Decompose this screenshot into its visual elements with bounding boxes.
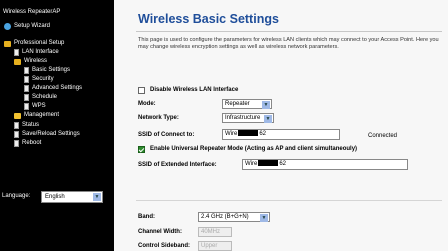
band-label: Band:	[138, 214, 155, 220]
mode-value: Repeater	[225, 101, 250, 107]
page-icon	[24, 76, 29, 83]
network-type-select[interactable]: Infrastructure ▼	[222, 113, 274, 123]
channel-width-label: Channel Width:	[138, 229, 182, 235]
sidebar-item-label: Reboot	[22, 140, 42, 146]
sidebar-item-label: Setup Wizard	[14, 23, 51, 29]
folder-open-icon	[14, 58, 21, 65]
sidebar-item-basic-settings[interactable]: Basic Settings	[24, 66, 70, 75]
network-type-label: Network Type:	[138, 115, 179, 121]
universal-repeater-checkbox[interactable]	[138, 146, 145, 153]
redaction-bar	[258, 160, 279, 167]
ssid-connect-input[interactable]: Wire 62	[222, 129, 340, 140]
sidebar-item-security[interactable]: Security	[24, 75, 54, 84]
page-icon	[24, 103, 29, 110]
sidebar-header: Wireless RepeaterAP	[3, 8, 60, 17]
sidebar-item-label: Schedule	[32, 94, 58, 100]
sidebar-item-label: Status	[22, 122, 40, 128]
sidebar-item-label: Professional Setup	[14, 40, 65, 46]
sidebar-item-label: Management	[24, 112, 60, 118]
sidebar-item-wps[interactable]: WPS	[24, 102, 46, 111]
disable-wlan-checkbox[interactable]	[138, 87, 145, 94]
sidebar-item-lan-interface[interactable]: LAN Interface	[14, 48, 59, 57]
language-select[interactable]: English ▼	[41, 191, 103, 203]
sidebar-item-schedule[interactable]: Schedule	[24, 93, 57, 102]
sidebar-item-label: Wireless	[24, 58, 48, 64]
main-content: Wireless Basic Settings This page is use…	[114, 0, 448, 251]
page-icon	[14, 122, 19, 129]
language-value: English	[45, 194, 65, 200]
page-title: Wireless Basic Settings	[138, 12, 279, 26]
page-description: This page is used to configure the param…	[138, 37, 439, 51]
sidebar-item-management[interactable]: Management	[14, 111, 59, 120]
sidebar-item-label: WPS	[32, 103, 46, 109]
ssid-extended-input[interactable]: Wire 62	[242, 159, 408, 170]
sidebar-item-advanced-settings[interactable]: Advanced Settings	[24, 84, 82, 93]
channel-width-value: 40MHz	[201, 229, 221, 235]
control-sideband-label: Control Sideband:	[138, 243, 190, 249]
mode-label: Mode:	[138, 101, 156, 107]
page-icon	[14, 131, 19, 138]
ssid-extended-prefix: Wire	[245, 161, 258, 167]
ssid-connect-suffix: 62	[259, 131, 267, 137]
sidebar-item-setup-wizard[interactable]: Setup Wizard	[4, 22, 50, 31]
sidebar-item-label: Basic Settings	[32, 67, 71, 73]
control-sideband-value: Upper	[201, 243, 218, 249]
device-name: Wireless RepeaterAP	[3, 9, 61, 15]
title-divider	[136, 31, 442, 32]
sidebar-item-wireless[interactable]: Wireless	[14, 57, 47, 66]
page-icon	[24, 67, 29, 74]
sidebar-item-status[interactable]: Status	[14, 121, 39, 130]
sidebar-item-professional-setup[interactable]: Professional Setup	[4, 39, 64, 48]
sidebar-item-label: Advanced Settings	[32, 85, 83, 91]
network-type-value: Infrastructure	[225, 115, 261, 121]
mode-select[interactable]: Repeater ▼	[222, 99, 272, 109]
sidebar-item-save-reload[interactable]: Save/Reload Settings	[14, 130, 80, 139]
page-icon	[14, 140, 19, 147]
sidebar-item-reboot[interactable]: Reboot	[14, 139, 41, 148]
ssid-extended-label: SSID of Extended Interface:	[138, 162, 217, 168]
page-icon	[24, 94, 29, 101]
sidebar-nav: Wireless RepeaterAP Setup Wizard Profess…	[0, 0, 114, 251]
band-select[interactable]: 2.4 GHz (B+G+N) ▼	[198, 212, 270, 222]
chevron-down-icon: ▼	[262, 101, 270, 109]
language-row: Language: English ▼	[2, 191, 103, 203]
redaction-bar	[238, 130, 259, 137]
universal-repeater-label: Enable Universal Repeater Mode (Acting a…	[150, 146, 358, 152]
sidebar-item-label: Save/Reload Settings	[22, 131, 80, 137]
band-value: 2.4 GHz (B+G+N)	[201, 214, 249, 220]
control-sideband-select[interactable]: Upper	[198, 241, 232, 251]
ssid-connect-label: SSID of Connect to:	[138, 132, 195, 138]
disable-wlan-label: Disable Wireless LAN Interface	[150, 87, 239, 93]
sidebar-item-label: LAN Interface	[22, 49, 59, 55]
chevron-down-icon: ▼	[93, 193, 101, 201]
ssid-connect-prefix: Wire	[225, 131, 238, 137]
connection-status: Connected	[368, 133, 398, 139]
chevron-down-icon: ▼	[260, 214, 268, 222]
page-icon	[14, 49, 19, 56]
language-label: Language:	[2, 193, 31, 199]
page-icon	[24, 85, 29, 92]
wizard-icon	[4, 23, 11, 30]
folder-open-icon	[4, 40, 11, 47]
chevron-down-icon: ▼	[264, 115, 272, 123]
section-divider	[136, 200, 442, 201]
sidebar-item-label: Security	[32, 76, 54, 82]
channel-width-select[interactable]: 40MHz	[198, 227, 232, 237]
ssid-extended-suffix: 62	[279, 161, 287, 167]
folder-icon	[14, 112, 21, 119]
